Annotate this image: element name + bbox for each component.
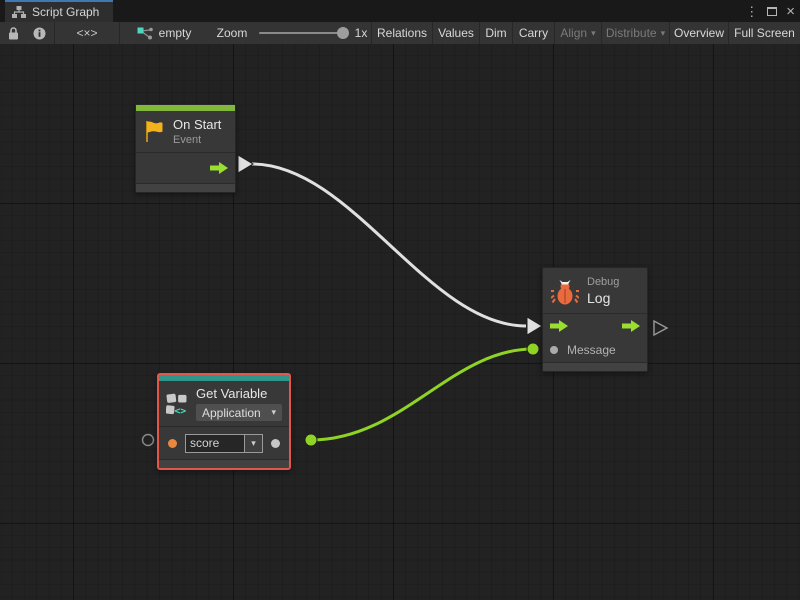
align-button[interactable]: Align ▾ <box>555 22 601 44</box>
chevron-down-icon: ▾ <box>661 28 666 39</box>
overview-button[interactable]: Overview <box>670 22 728 44</box>
code-toggle-icon: <×> <box>76 26 97 40</box>
node-footer <box>136 184 235 192</box>
graph-toolbar: <×> empty Zoom 1x Relations Values Dim C… <box>0 22 800 44</box>
chevron-down-icon: ▾ <box>591 28 596 39</box>
message-port-label: Message <box>567 343 616 357</box>
node-category: Debug <box>587 276 619 288</box>
zoom-label: Zoom <box>210 22 254 44</box>
dim-button[interactable]: Dim <box>480 22 512 44</box>
zoom-value: 1x <box>350 22 372 44</box>
bug-icon <box>551 278 579 305</box>
flow-output-arrow-icon[interactable] <box>622 320 640 332</box>
node-get-variable[interactable]: <> Get Variable Application ▾ ▾ <box>157 373 291 470</box>
lock-button[interactable] <box>0 22 26 44</box>
graph-canvas[interactable]: On Start Event <box>0 44 800 600</box>
message-port-row: Message <box>543 338 647 362</box>
flow-port-row <box>543 314 647 338</box>
info-icon <box>33 27 46 40</box>
toolbar-divider <box>119 22 120 44</box>
variable-icon: <> <box>166 389 188 419</box>
svg-text:<>: <> <box>174 405 186 416</box>
close-icon[interactable]: × <box>786 4 795 19</box>
zoom-slider[interactable] <box>258 22 348 44</box>
variable-name-field-group: ▾ <box>185 434 263 453</box>
flow-input-connector[interactable] <box>527 317 542 335</box>
variable-scope-value: Application <box>202 406 261 420</box>
lock-icon <box>8 27 19 40</box>
wire-flow-onstart-to-log[interactable] <box>252 164 526 326</box>
variable-scope-dropdown[interactable]: Application ▾ <box>196 404 282 421</box>
graph-name: empty <box>159 26 192 40</box>
carry-button[interactable]: Carry <box>513 22 554 44</box>
zoom-slider-track[interactable] <box>259 32 347 34</box>
flow-input-arrow-icon[interactable] <box>550 320 568 332</box>
info-button[interactable] <box>26 22 52 44</box>
maximize-icon[interactable] <box>767 7 777 16</box>
value-input-connector[interactable] <box>527 343 539 355</box>
chevron-down-icon: ▾ <box>251 438 256 449</box>
chevron-down-icon: ▾ <box>271 407 276 418</box>
variable-input-port[interactable] <box>168 439 177 448</box>
script-graph-icon <box>12 6 26 18</box>
tab-script-graph[interactable]: Script Graph <box>5 0 113 22</box>
node-header: On Start Event <box>136 111 235 152</box>
window-titlebar: Script Graph ⋮ × <box>0 0 800 22</box>
node-on-start[interactable]: On Start Event <box>135 104 236 193</box>
variable-name-input[interactable] <box>185 434 245 453</box>
node-header: Debug Log <box>543 268 647 313</box>
node-title: Get Variable <box>196 386 282 401</box>
zoom-slider-handle[interactable] <box>337 27 349 39</box>
node-title: Log <box>587 290 619 306</box>
graph-icon <box>137 27 153 40</box>
values-button[interactable]: Values <box>433 22 479 44</box>
variable-name-dropdown[interactable]: ▾ <box>245 434 263 453</box>
flow-output-connector[interactable] <box>238 155 253 173</box>
distribute-button[interactable]: Distribute ▾ <box>602 22 669 44</box>
window-menu-icon[interactable]: ⋮ <box>745 5 758 18</box>
node-footer <box>159 460 289 468</box>
code-preview-toggle[interactable]: <×> <box>55 22 119 44</box>
node-title: On Start <box>173 117 221 132</box>
node-footer <box>543 363 647 371</box>
flag-icon <box>144 120 165 143</box>
node-header: <> Get Variable Application ▾ <box>159 381 289 426</box>
value-output-connector[interactable] <box>305 434 317 446</box>
message-input-port[interactable] <box>550 346 558 354</box>
unconnected-value-port-hint[interactable] <box>143 435 154 446</box>
relations-button[interactable]: Relations <box>372 22 432 44</box>
fullscreen-button[interactable]: Full Screen <box>729 22 800 44</box>
graph-breadcrumb[interactable]: empty <box>128 22 200 44</box>
flow-output-arrow-icon[interactable] <box>210 162 228 174</box>
window-controls: ⋮ × <box>745 0 795 22</box>
wire-value-score-to-message[interactable] <box>311 349 533 440</box>
variable-port-row: ▾ <box>159 427 289 459</box>
node-debug-log[interactable]: Debug Log Message <box>542 267 648 372</box>
tab-title: Script Graph <box>32 5 99 19</box>
value-output-port[interactable] <box>271 439 280 448</box>
port-row <box>136 153 235 183</box>
unconnected-flow-port-hint[interactable] <box>654 321 667 335</box>
wire-layer <box>0 44 800 600</box>
node-subtitle: Event <box>173 134 221 146</box>
